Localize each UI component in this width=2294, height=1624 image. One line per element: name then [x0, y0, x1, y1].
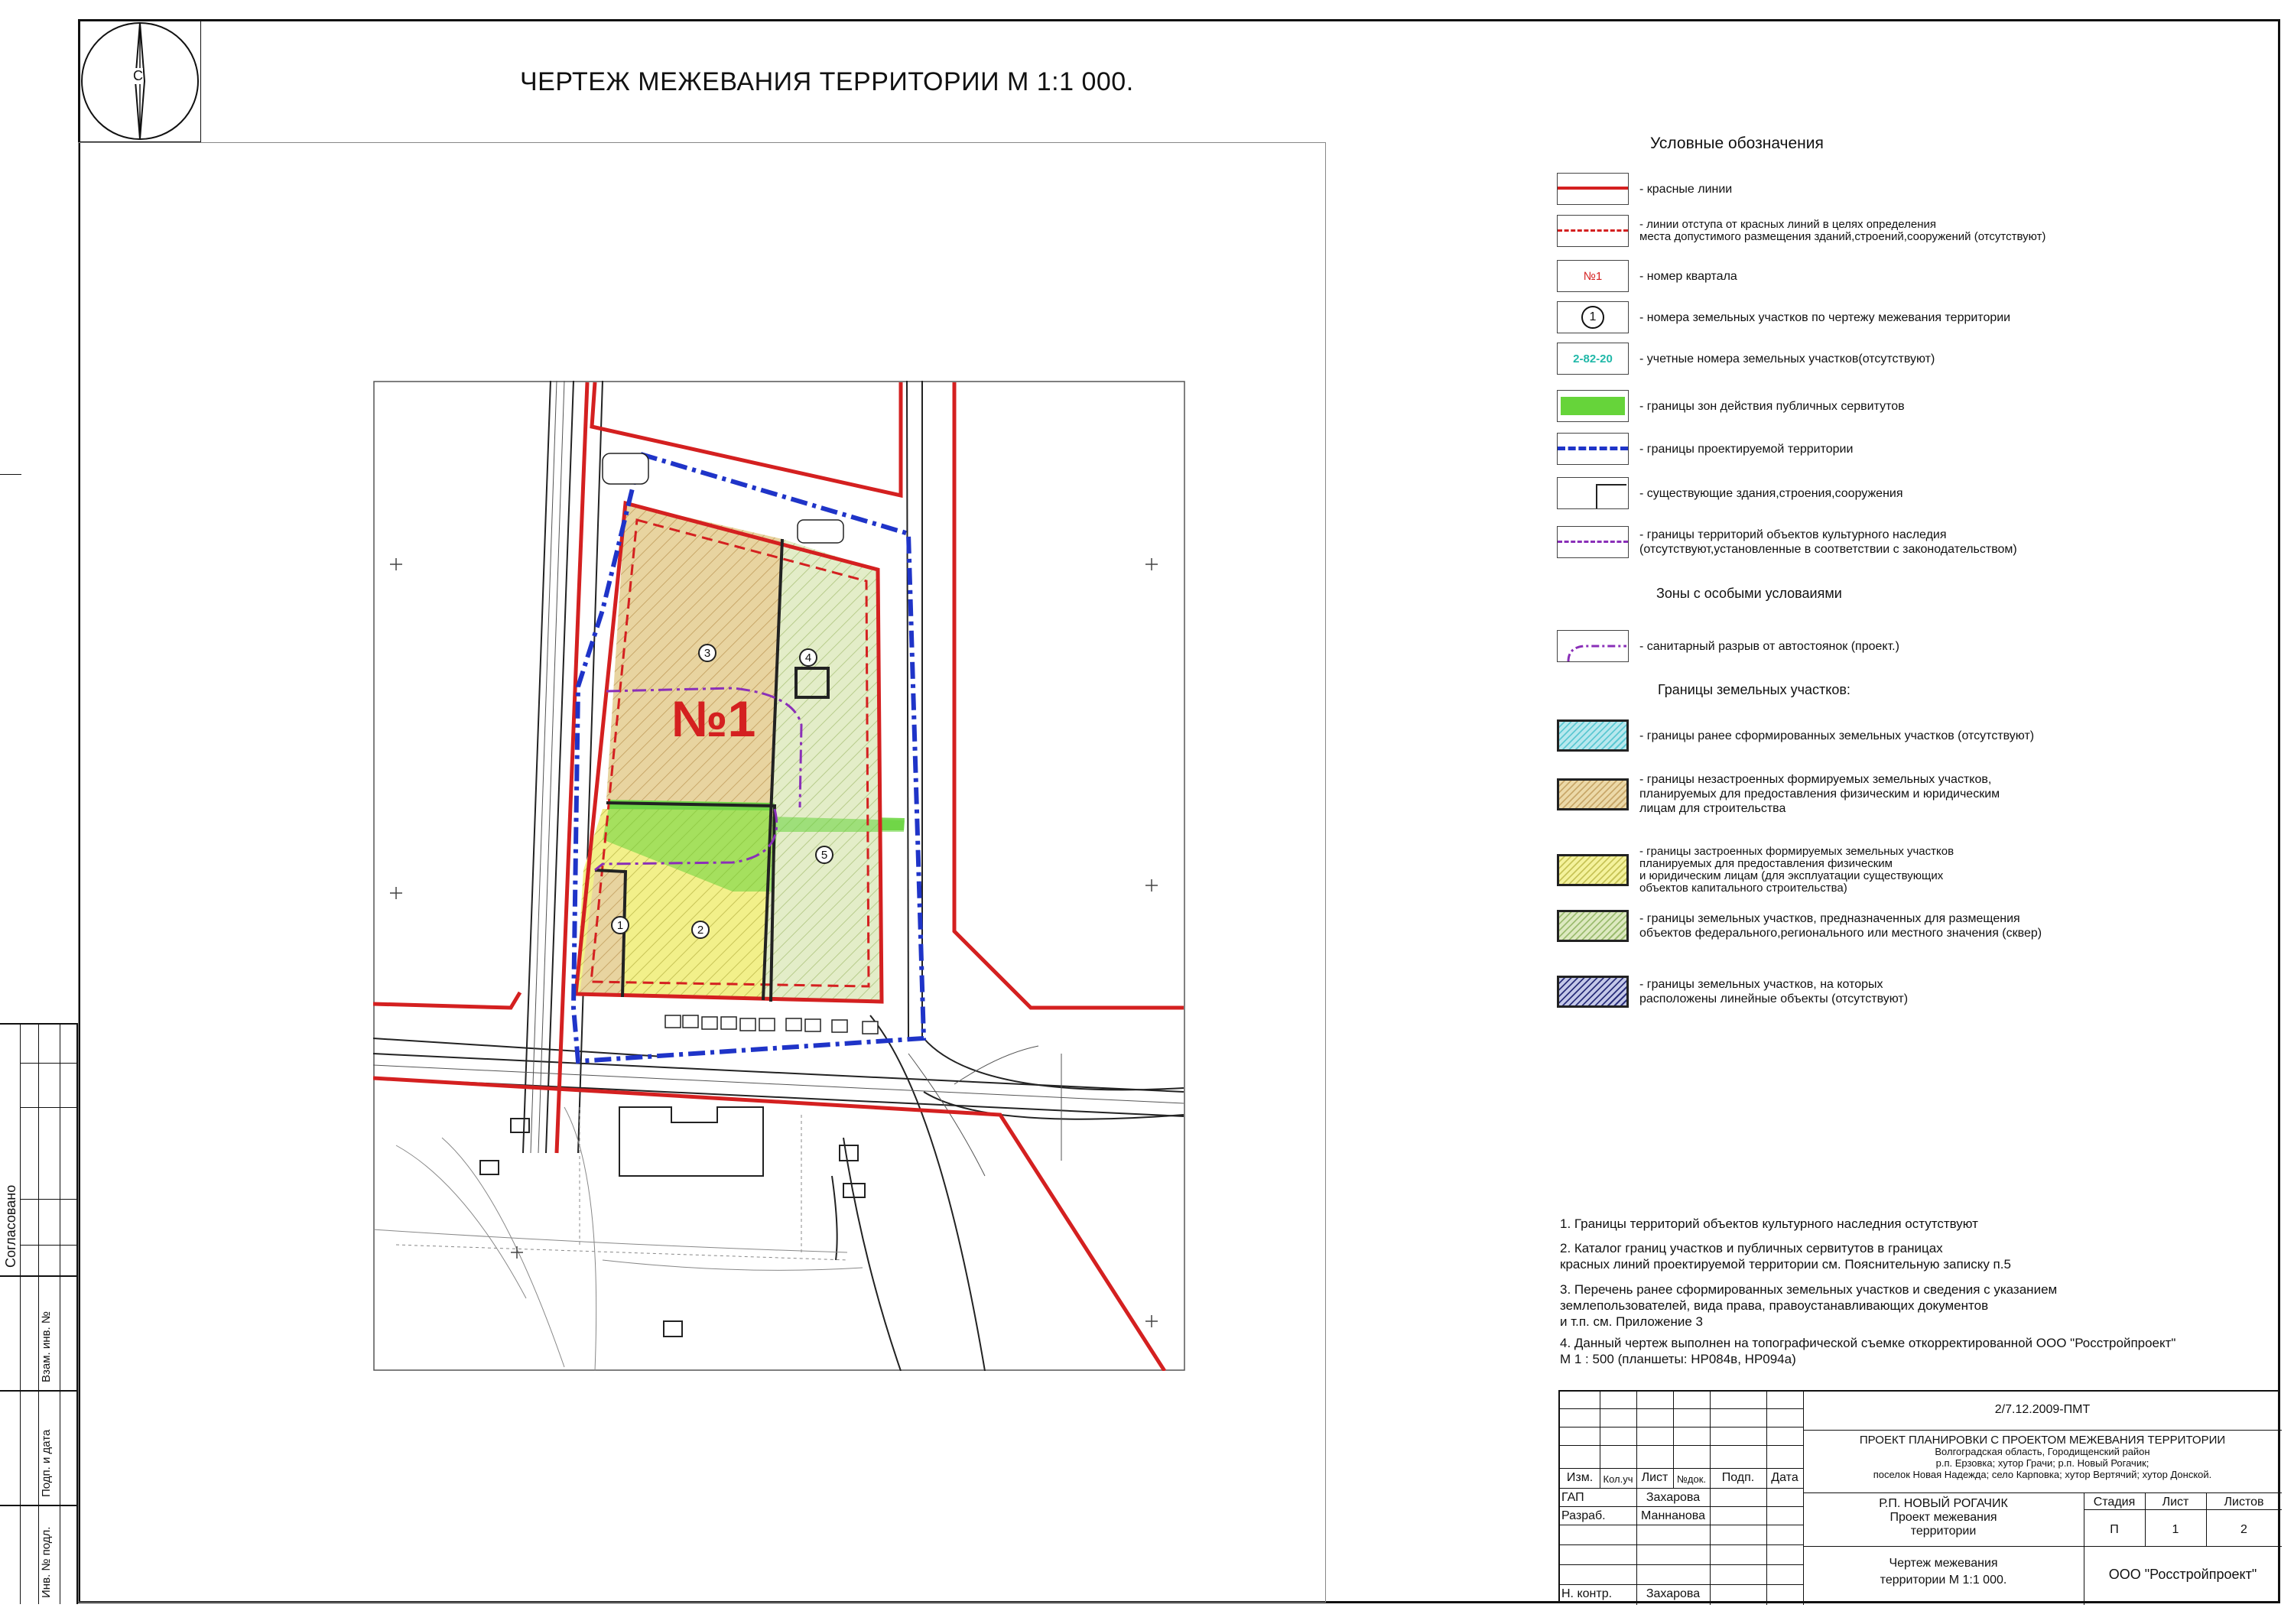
building-outline-icon	[1557, 477, 1629, 509]
stage-value: П	[2110, 1523, 2119, 1536]
red-dashed-line-icon	[1557, 215, 1629, 247]
legend-item-setback-lines: - линии отступа от красных линий в целях…	[1557, 215, 2045, 247]
legend-item-parcel-numbers: 1 - номера земельных участков по чертежу…	[1557, 301, 2010, 333]
quarter-number-label: №1	[671, 690, 756, 747]
legend-item-unbuilt-parcels: - границы незастроенных формируемых земе…	[1557, 772, 2000, 816]
legend-heading: Условные обозначения	[1650, 135, 1824, 152]
legend-item-built-parcels: - границы застроенных формируемых земель…	[1557, 846, 1954, 895]
legend-item-red-lines: - красные линии	[1557, 173, 1732, 205]
parcel-2-label: 2	[697, 924, 703, 937]
podp-data-label: Подп. и дата	[40, 1429, 53, 1497]
legend-item-sanitary: - санитарный разрыв от автостоянок (прое…	[1557, 630, 1899, 662]
left-tick-mark	[0, 474, 21, 475]
object-name-2: Проект межевания	[1889, 1511, 1997, 1524]
name-normcontrol: Захарова	[1646, 1587, 1701, 1600]
note-4: 4. Данный чертеж выполнен на топографиче…	[1560, 1336, 2176, 1366]
agreed-label: Согласовано	[3, 1184, 18, 1268]
legend-item-project-boundary: - границы проектируемой территории	[1557, 433, 1853, 465]
legend-item-servitudes: - границы зон действия публичных сервиту…	[1557, 390, 1905, 422]
col-header-data: Дата	[1771, 1471, 1798, 1484]
role-gap: ГАП	[1561, 1491, 1584, 1504]
legend-item-quarter-number: №1 - номер квартала	[1557, 260, 1737, 292]
side-stamp: Согласовано Взам. инв. № Подп. и дата Ин…	[0, 1023, 78, 1604]
purple-dashdot-line-icon	[1557, 526, 1629, 558]
red-solid-line-icon	[1557, 173, 1629, 205]
sheet-label: Лист	[2162, 1496, 2189, 1509]
object-name-1: Р.П. НОВЫЙ РОГАЧИК	[1879, 1497, 2008, 1510]
north-arrow-icon: С	[80, 21, 201, 142]
parcel-3-label: 3	[704, 647, 710, 660]
legend-item-buildings: - существующие здания,строения,сооружени…	[1557, 477, 1903, 509]
parcel-5-label: 5	[821, 849, 827, 862]
sheets-label: Листов	[2224, 1496, 2264, 1509]
parcel-4-label: 4	[805, 651, 811, 664]
inv-podl-label: Инв. № подл.	[40, 1526, 53, 1598]
object-name-3: территории	[1910, 1525, 1977, 1538]
orange-hatch-icon	[1557, 778, 1629, 810]
name-gap: Захарова	[1646, 1491, 1701, 1504]
special-zones-heading: Зоны с особыми условаиями	[1656, 586, 1842, 601]
col-header-koluch: Кол.уч	[1603, 1473, 1633, 1485]
parcels-heading: Границы земельных участков:	[1658, 682, 1850, 697]
north-letter: С	[133, 68, 143, 84]
note-3: 3. Перечень ранее сформированных земельн…	[1560, 1282, 2058, 1329]
role-normcontrol: Н. контр.	[1561, 1587, 1613, 1600]
project-name: ПРОЕКТ ПЛАНИРОВКИ С ПРОЕКТОМ МЕЖЕВАНИЯ Т…	[1859, 1434, 2226, 1447]
project-localities-1: р.п. Ерзовка; хутор Грачи; р.п. Новый Ро…	[1935, 1457, 2149, 1469]
blue-dashdot-line-icon	[1557, 433, 1629, 465]
vzam-inv-label: Взам. инв. №	[40, 1311, 53, 1382]
legend-item-cadastral-numbers: 2-82-20 - учетные номера земельных участ…	[1557, 343, 1935, 375]
sheets-value: 2	[2240, 1523, 2247, 1536]
col-header-izm: Изм.	[1566, 1471, 1594, 1484]
drawing-name-2: территории М 1:1 000.	[1880, 1574, 2007, 1587]
doc-code: 2/7.12.2009-ПМТ	[1994, 1403, 2091, 1416]
teal-hatch-icon	[1557, 719, 1629, 752]
page-title: ЧЕРТЕЖ МЕЖЕВАНИЯ ТЕРРИТОРИИ М 1:1 000.	[520, 67, 1134, 96]
green-hatch-icon	[1557, 910, 1629, 942]
project-localities-2: поселок Новая Надежда; село Карповка; ху…	[1873, 1469, 2212, 1480]
col-header-ndok: №док.	[1676, 1473, 1707, 1485]
quarter-number-icon: №1	[1557, 260, 1629, 292]
project-region: Волгоградская область, Городищенский рай…	[1935, 1446, 2150, 1457]
yellow-hatch-icon	[1557, 854, 1629, 886]
drawing-name-1: Чертеж межевания	[1889, 1557, 1998, 1570]
sheet-value: 1	[2172, 1523, 2179, 1536]
stage-label: Стадия	[2093, 1496, 2136, 1509]
title-block: 2/7.12.2009-ПМТ ПРОЕКТ ПЛАНИРОВКИ С ПРОЕ…	[1558, 1390, 2282, 1605]
note-1: 1. Границы территорий объектов культурно…	[1560, 1216, 1978, 1231]
legend-item-previous-parcels: - границы ранее сформированных земельных…	[1557, 719, 2034, 752]
note-2: 2. Каталог границ участков и публичных с…	[1560, 1241, 2011, 1272]
legend-item-linear-parcels: - границы земельных участков, на которых…	[1557, 976, 1908, 1008]
circle-number-icon: 1	[1557, 301, 1629, 333]
cadastral-map: 3 4 5 2 1	[373, 381, 1185, 1371]
navy-hatch-icon	[1557, 976, 1629, 1008]
green-servitude-icon	[1557, 390, 1629, 422]
cadastral-number-icon: 2-82-20	[1557, 343, 1629, 375]
legend-item-heritage: - границы территорий объектов культурног…	[1557, 526, 2017, 558]
col-header-podp: Подп.	[1721, 1471, 1755, 1484]
parcel-1-label: 1	[617, 919, 623, 932]
role-developer: Разраб.	[1561, 1509, 1606, 1522]
name-developer: Маннанова	[1641, 1509, 1705, 1522]
purple-sanitary-line-icon	[1557, 630, 1629, 662]
col-header-list: Лист	[1641, 1471, 1669, 1484]
legend-item-public-parcels: - границы земельных участков, предназнач…	[1557, 910, 2042, 942]
company-name: ООО "Росстройпроект"	[2108, 1567, 2257, 1582]
